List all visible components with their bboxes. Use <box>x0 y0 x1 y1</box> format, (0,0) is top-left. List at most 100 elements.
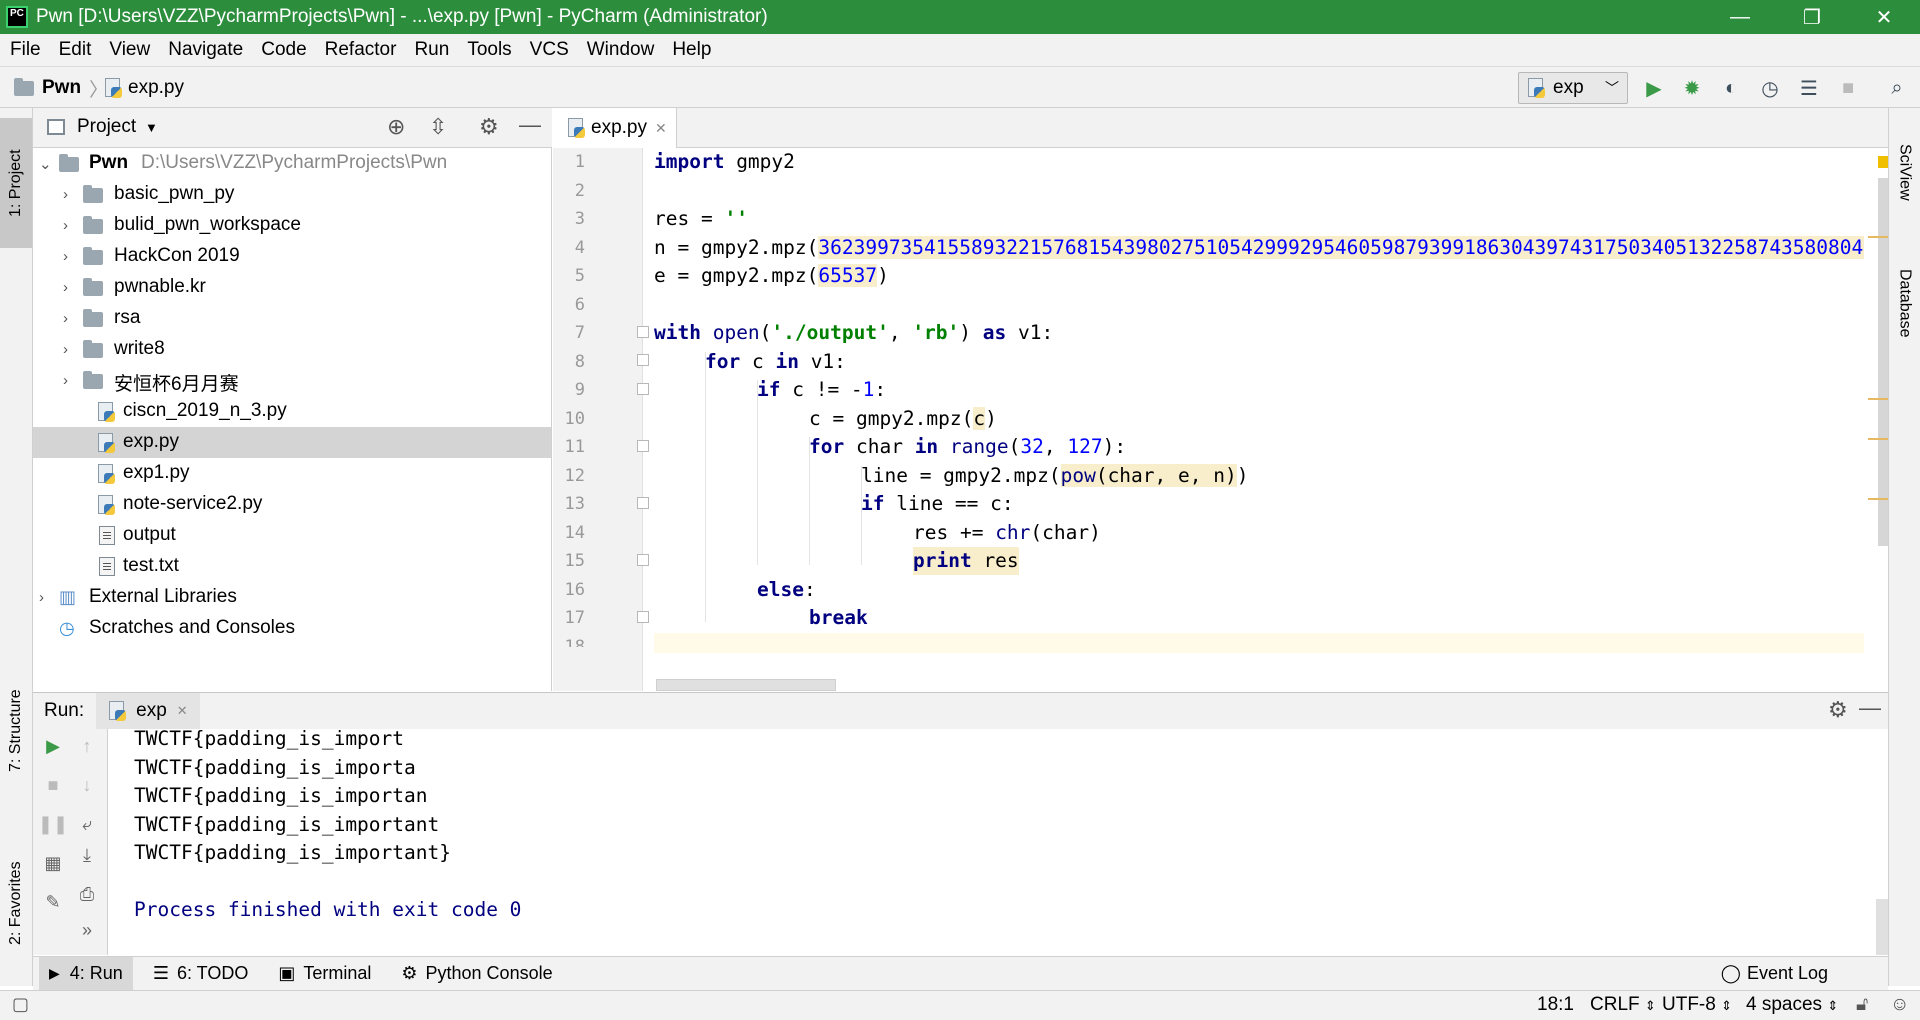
tab-favorites[interactable]: 2: Favorites <box>0 828 32 978</box>
tab-python-console[interactable]: ⚙ Python Console <box>391 957 562 991</box>
chevron-right-icon[interactable]: › <box>63 279 68 296</box>
close-window-button[interactable]: ✕ <box>1848 0 1920 34</box>
stop-icon[interactable]: ■ <box>40 772 66 798</box>
lock-icon[interactable]: 🔓︎ <box>1856 994 1868 1016</box>
scroll-to-end-icon[interactable]: ⤓ <box>74 842 100 868</box>
tree-file-selected[interactable]: exp.py <box>33 427 551 458</box>
warning-marker-icon[interactable] <box>1878 156 1888 168</box>
chevron-right-icon[interactable]: › <box>63 186 68 203</box>
breadcrumb-file[interactable]: exp.py <box>104 67 184 109</box>
tab-todo[interactable]: ☰ 6: TODO <box>143 957 259 991</box>
arrow-up-icon[interactable]: ↑ <box>74 733 100 759</box>
profile-icon[interactable]: ◷ <box>1757 76 1783 100</box>
tree-file[interactable]: ciscn_2019_n_3.py <box>33 396 551 427</box>
fold-marker-icon[interactable] <box>637 354 649 366</box>
tab-database[interactable]: Database <box>1889 248 1920 358</box>
arrow-down-icon[interactable]: ↓ <box>74 772 100 798</box>
toggle-panels-icon[interactable]: ▢ <box>12 994 29 1015</box>
chevron-right-icon[interactable]: › <box>63 372 68 389</box>
chevron-right-icon[interactable]: › <box>63 310 68 327</box>
menu-edit[interactable]: Edit <box>53 39 98 61</box>
tree-folder[interactable]: › basic_pwn_py <box>33 179 551 210</box>
file-encoding[interactable]: UTF-8 ⇕ <box>1662 994 1732 1016</box>
debug-icon[interactable]: ✹ <box>1679 76 1705 100</box>
collapse-all-icon[interactable]: ⇳ <box>429 114 447 140</box>
stop-icon[interactable]: ■ <box>1835 76 1861 100</box>
console-scrollbar[interactable] <box>1876 899 1888 955</box>
chevron-right-icon[interactable]: › <box>63 341 68 358</box>
menu-vcs[interactable]: VCS <box>524 39 575 61</box>
tree-folder[interactable]: › 安恒杯6月月赛 <box>33 365 551 396</box>
tree-folder[interactable]: › rsa <box>33 303 551 334</box>
tree-file[interactable]: note-service2.py <box>33 489 551 520</box>
tree-external-libraries[interactable]: › ▥ External Libraries <box>33 582 551 613</box>
menu-window[interactable]: Window <box>581 39 661 61</box>
search-icon[interactable]: ⌕ <box>1884 76 1910 100</box>
menu-code[interactable]: Code <box>255 39 312 61</box>
code-area[interactable]: import gmpy2 res = '' n = gmpy2.mpz(3623… <box>654 148 1864 691</box>
tab-sciview[interactable]: SciView <box>1889 122 1920 222</box>
run-config-select[interactable]: exp ﹀ <box>1518 72 1628 104</box>
tree-folder[interactable]: › pwnable.kr <box>33 272 551 303</box>
tab-structure[interactable]: 7: Structure <box>0 666 32 796</box>
hide-icon[interactable]: — <box>519 112 541 138</box>
run-tab-exp[interactable]: exp ✕ <box>96 693 200 729</box>
inspector-icon[interactable]: ☺ <box>1890 994 1909 1016</box>
tab-project[interactable]: 1: Project <box>0 118 32 248</box>
menu-file[interactable]: File <box>4 39 47 61</box>
breadcrumb-project[interactable]: Pwn 〉 <box>14 67 108 109</box>
restore-button[interactable]: ❐ <box>1776 0 1848 34</box>
pause-icon[interactable]: ❚❚ <box>38 811 68 837</box>
menu-run[interactable]: Run <box>408 39 455 61</box>
indent-setting[interactable]: 4 spaces ⇕ <box>1746 994 1838 1016</box>
editor-tab-exp[interactable]: exp.py ✕ <box>553 108 677 148</box>
menu-view[interactable]: View <box>103 39 156 61</box>
print-icon[interactable]: ⎙ <box>74 881 100 907</box>
tab-event-log[interactable]: ◯ Event Log <box>1711 957 1838 991</box>
menu-help[interactable]: Help <box>666 39 717 61</box>
fold-marker-icon[interactable] <box>637 554 649 566</box>
tab-run[interactable]: ▶ 4: Run <box>39 956 133 991</box>
pin-icon[interactable]: ✎ <box>40 889 66 915</box>
console-output[interactable]: TWCTF{padding_is_import TWCTF{padding_is… <box>109 729 1888 955</box>
chevron-down-icon[interactable]: ▼ <box>145 120 158 135</box>
tree-file[interactable]: test.txt <box>33 551 551 582</box>
menu-tools[interactable]: Tools <box>461 39 517 61</box>
run-icon[interactable]: ▶ <box>1641 76 1667 100</box>
tab-terminal[interactable]: ▣ Terminal <box>268 957 381 991</box>
close-icon[interactable]: ✕ <box>177 703 188 719</box>
menu-navigate[interactable]: Navigate <box>162 39 249 61</box>
gear-icon[interactable]: ⚙ <box>1828 697 1848 723</box>
project-panel-title[interactable]: Project <box>77 116 136 138</box>
tree-folder[interactable]: › bulid_pwn_workspace <box>33 210 551 241</box>
concurrency-icon[interactable]: ☰ <box>1796 76 1822 100</box>
fold-marker-icon[interactable] <box>637 326 649 338</box>
fold-marker-icon[interactable] <box>637 383 649 395</box>
more-icon[interactable]: » <box>74 917 100 943</box>
layout-icon[interactable]: ▦ <box>40 850 66 876</box>
scrollbar-thumb[interactable] <box>1878 178 1888 546</box>
fold-marker-icon[interactable] <box>637 440 649 452</box>
horizontal-scrollbar[interactable] <box>656 679 836 691</box>
minimize-button[interactable]: — <box>1704 0 1776 34</box>
soft-wrap-icon[interactable]: ⤶ <box>74 811 100 837</box>
tree-file[interactable]: output <box>33 520 551 551</box>
tree-scratches[interactable]: ◷ Scratches and Consoles <box>33 613 551 644</box>
gear-icon[interactable]: ⚙ <box>479 114 499 140</box>
menu-refactor[interactable]: Refactor <box>319 39 403 61</box>
chevron-right-icon[interactable]: › <box>63 217 68 234</box>
close-icon[interactable]: ✕ <box>655 120 667 137</box>
chevron-right-icon[interactable]: › <box>63 248 68 265</box>
tree-root[interactable]: ⌄ Pwn D:\Users\VZZ\PycharmProjects\Pwn <box>33 148 551 179</box>
fold-marker-icon[interactable] <box>637 497 649 509</box>
locate-icon[interactable]: ⊕ <box>387 114 405 140</box>
coverage-icon[interactable]: ◐ <box>1718 76 1744 100</box>
rerun-icon[interactable]: ▶ <box>40 733 66 759</box>
tree-folder[interactable]: › HackCon 2019 <box>33 241 551 272</box>
tree-folder[interactable]: › write8 <box>33 334 551 365</box>
caret-position[interactable]: 18:1 <box>1537 994 1574 1016</box>
hide-icon[interactable]: — <box>1859 695 1881 721</box>
tree-file[interactable]: exp1.py <box>33 458 551 489</box>
fold-marker-icon[interactable] <box>637 611 649 623</box>
chevron-right-icon[interactable]: › <box>39 589 44 606</box>
